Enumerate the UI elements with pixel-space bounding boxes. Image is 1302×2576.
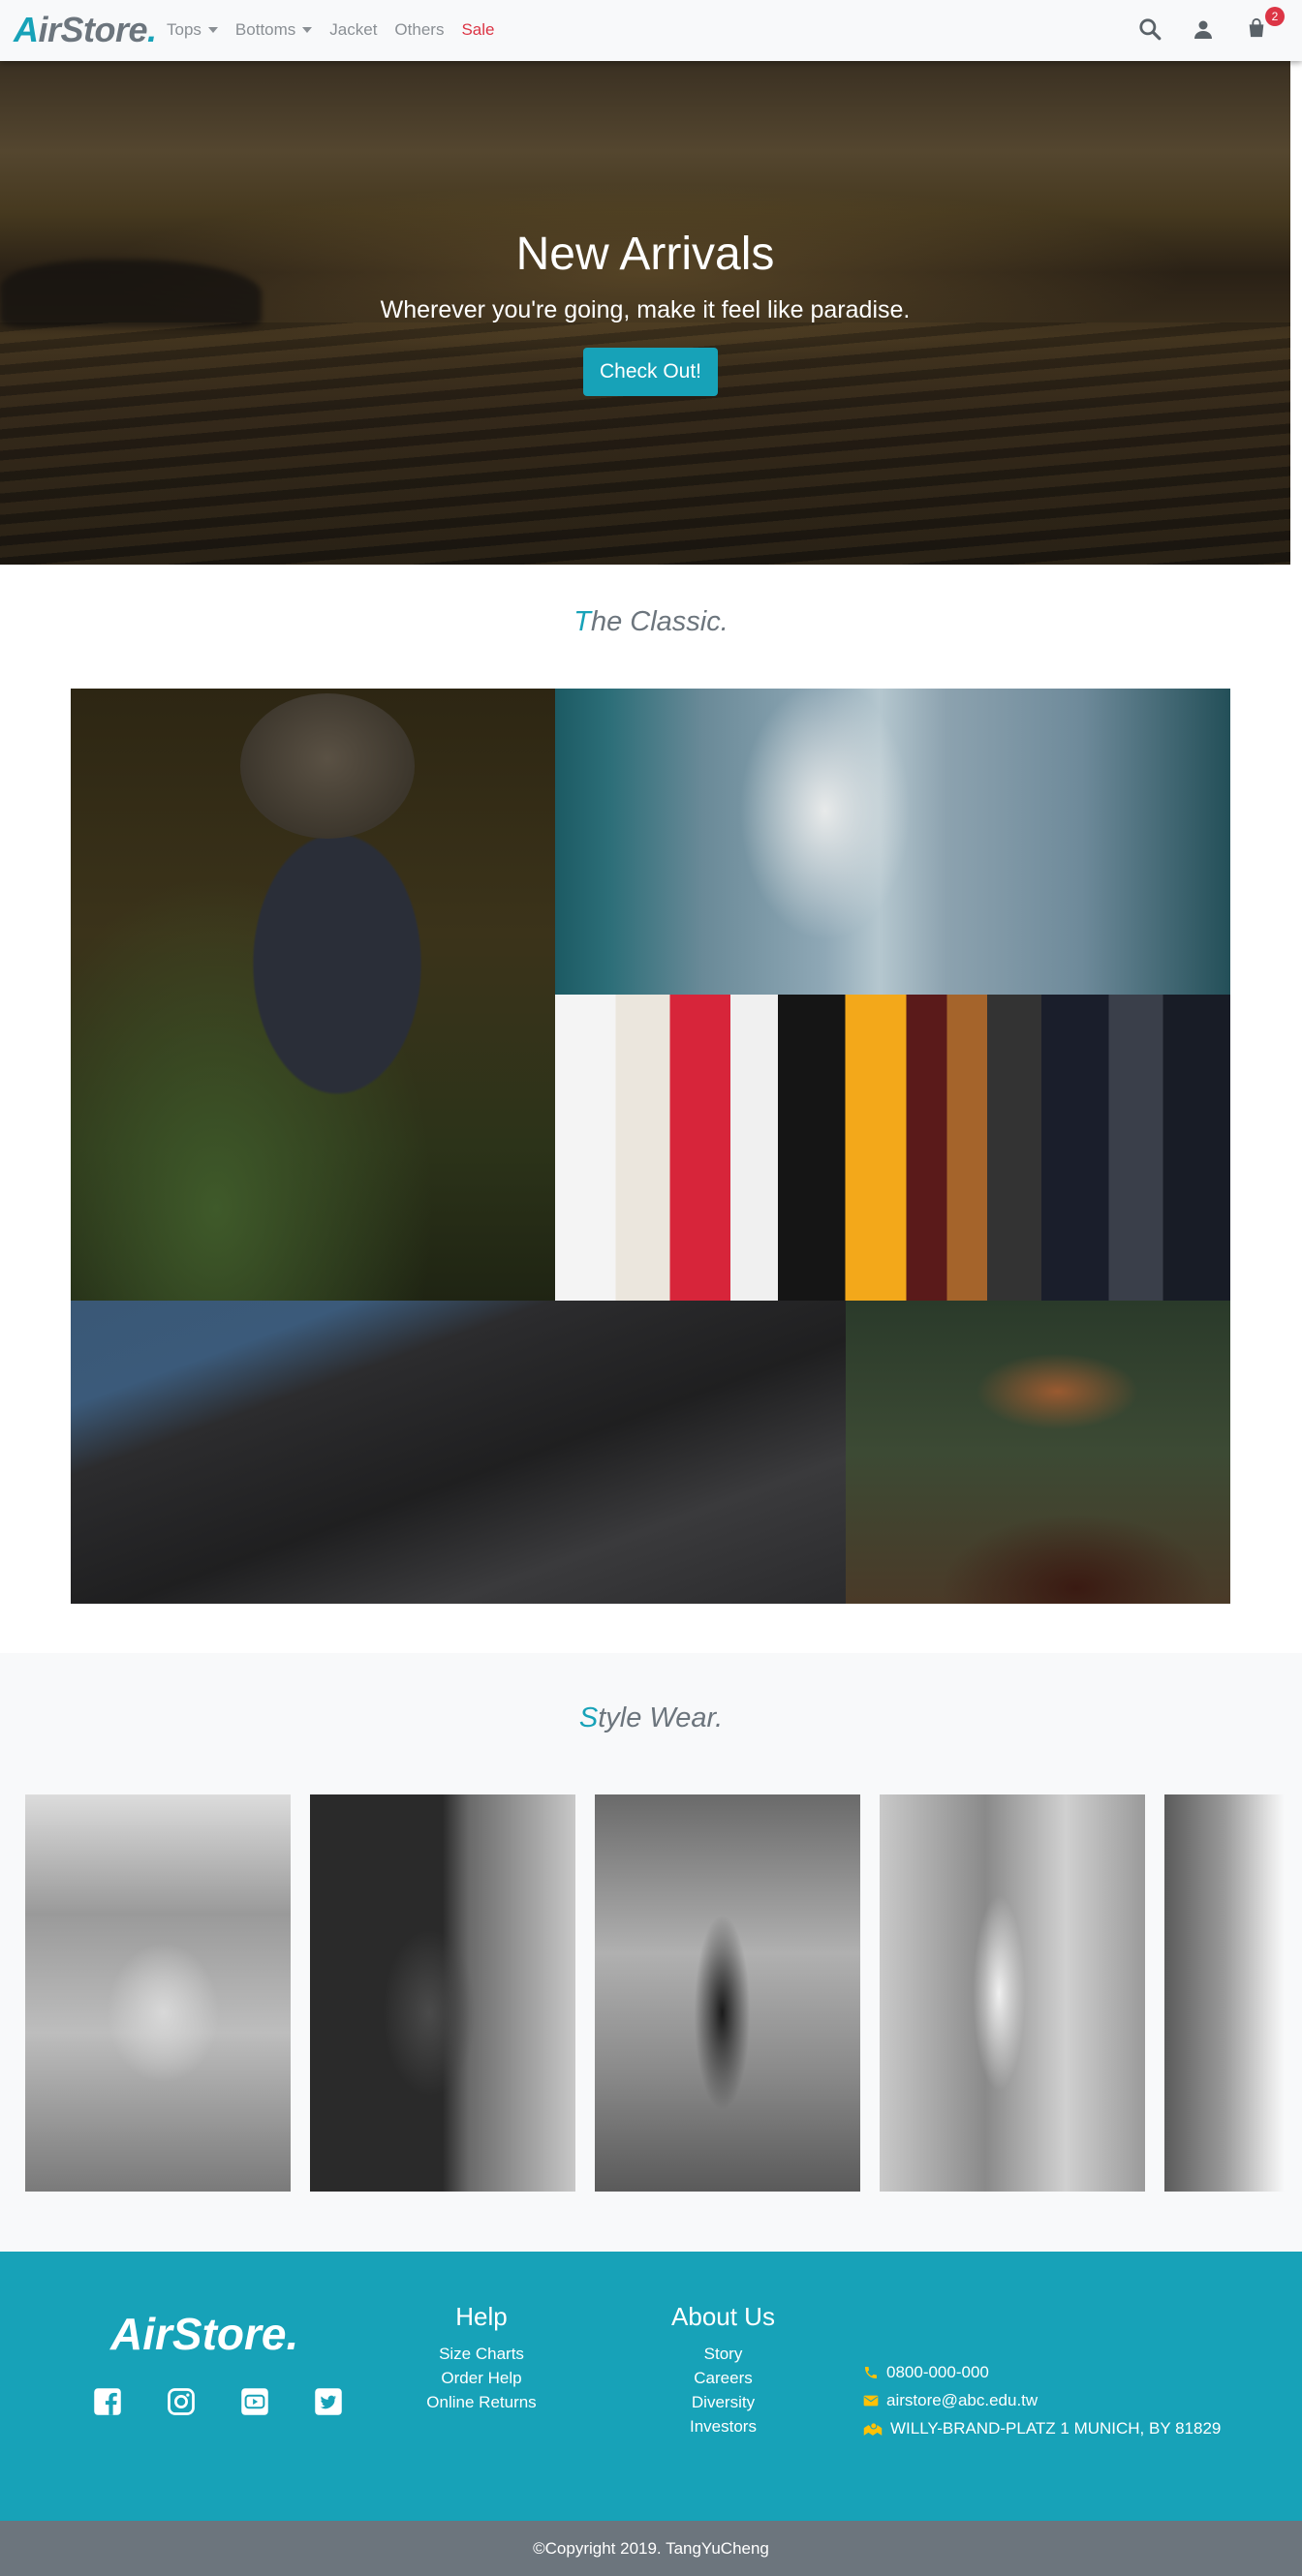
envelope-icon xyxy=(863,2395,879,2406)
title-text: tyle Wear. xyxy=(598,1702,724,1733)
menu-item-jacket[interactable]: Jacket xyxy=(329,20,377,40)
link-order-help[interactable]: Order Help xyxy=(423,2366,540,2390)
menu-label: Sale xyxy=(461,20,495,39)
cart-count-badge: 2 xyxy=(1265,7,1285,26)
menu-item-bottoms[interactable]: Bottoms xyxy=(234,20,313,40)
email-text[interactable]: airstore@abc.edu.tw xyxy=(886,2391,1038,2410)
hero-banner: New Arrivals Wherever you're going, make… xyxy=(0,61,1290,565)
classic-image-hat-shirt[interactable] xyxy=(71,689,555,1301)
link-story[interactable]: Story xyxy=(663,2342,784,2366)
link-diversity[interactable]: Diversity xyxy=(663,2390,784,2414)
footer-brand[interactable]: AirStore. xyxy=(110,2308,298,2360)
map-marker-icon xyxy=(863,2421,883,2436)
title-initial: T xyxy=(574,606,591,637)
menu-label: Jacket xyxy=(329,20,378,39)
navbar: AirStore. Tops Bottoms Jacket Others Sal… xyxy=(0,0,1302,61)
menu-label: Tops xyxy=(167,20,202,39)
help-heading: Help xyxy=(455,2302,508,2331)
link-online-returns[interactable]: Online Returns xyxy=(423,2390,540,2414)
style-wear-card[interactable] xyxy=(595,1794,860,2192)
about-heading: About Us xyxy=(671,2302,775,2331)
brand-initial: A xyxy=(14,10,39,49)
classic-image-denim-jacket[interactable] xyxy=(555,689,1230,995)
contact-address: WILLY-BRAND-PLATZ 1 MUNICH, BY 81829 xyxy=(863,2414,1221,2442)
instagram-icon[interactable] xyxy=(167,2387,196,2416)
caret-down-icon xyxy=(302,27,313,33)
footer: AirStore. Help Size Charts Order Help On… xyxy=(0,2252,1302,2521)
classic-section-title: The Classic. xyxy=(0,606,1302,638)
hero-title: New Arrivals xyxy=(515,229,775,280)
phone-icon xyxy=(865,2366,877,2378)
style-wear-card[interactable] xyxy=(310,1794,575,2192)
phone-text: 0800-000-000 xyxy=(886,2362,989,2381)
copyright-bar: ©Copyright 2019. TangYuCheng xyxy=(0,2521,1302,2576)
title-text: he Classic. xyxy=(590,606,728,637)
social-links xyxy=(93,2387,343,2416)
contact-phone: 0800-000-000 xyxy=(863,2358,1221,2386)
twitter-icon[interactable] xyxy=(314,2387,343,2416)
classic-image-tshirt-rack[interactable] xyxy=(555,995,1230,1301)
contact-email: airstore@abc.edu.tw xyxy=(863,2386,1221,2414)
brand-logo[interactable]: AirStore. xyxy=(14,10,157,50)
search-icon[interactable] xyxy=(1137,16,1164,44)
check-out-button[interactable]: Check Out! xyxy=(583,348,718,396)
style-wear-card[interactable] xyxy=(25,1794,291,2192)
hat-shape xyxy=(240,693,415,839)
classic-image-jeans[interactable] xyxy=(71,1301,846,1604)
menu-label: Others xyxy=(394,20,445,39)
classic-image-brown-hat[interactable] xyxy=(846,1301,1230,1604)
title-initial: S xyxy=(578,1702,599,1733)
link-size-charts[interactable]: Size Charts xyxy=(423,2342,540,2366)
menu-item-sale[interactable]: Sale xyxy=(461,20,494,40)
menu-label: Bottoms xyxy=(234,20,296,39)
hero-subtitle: Wherever you're going, make it feel like… xyxy=(380,296,911,323)
caret-down-icon xyxy=(207,27,218,33)
link-investors[interactable]: Investors xyxy=(663,2414,784,2438)
brand-dot: . xyxy=(147,10,157,49)
footer-contact: 0800-000-000 airstore@abc.edu.tw WILLY-B… xyxy=(863,2358,1221,2442)
user-icon[interactable] xyxy=(1192,16,1219,44)
shopping-bag-icon[interactable]: 2 xyxy=(1246,7,1285,44)
nav-icons: 2 xyxy=(1137,7,1285,44)
youtube-icon[interactable] xyxy=(240,2387,269,2416)
menu-item-others[interactable]: Others xyxy=(394,20,444,40)
footer-help-column: Help Size Charts Order Help Online Retur… xyxy=(423,2302,540,2414)
footer-about-column: About Us Story Careers Diversity Investo… xyxy=(663,2302,784,2438)
main-menu: Tops Bottoms Jacket Others Sale xyxy=(167,20,512,40)
style-wear-card[interactable] xyxy=(1164,1794,1285,2192)
style-wear-section-title: Style Wear. xyxy=(0,1702,1302,1734)
style-wear-card[interactable] xyxy=(880,1794,1145,2192)
link-careers[interactable]: Careers xyxy=(663,2366,784,2390)
address-text: WILLY-BRAND-PLATZ 1 MUNICH, BY 81829 xyxy=(890,2418,1222,2438)
facebook-icon[interactable] xyxy=(93,2387,122,2416)
menu-item-tops[interactable]: Tops xyxy=(167,20,218,40)
brand-name: irStore xyxy=(38,10,148,49)
